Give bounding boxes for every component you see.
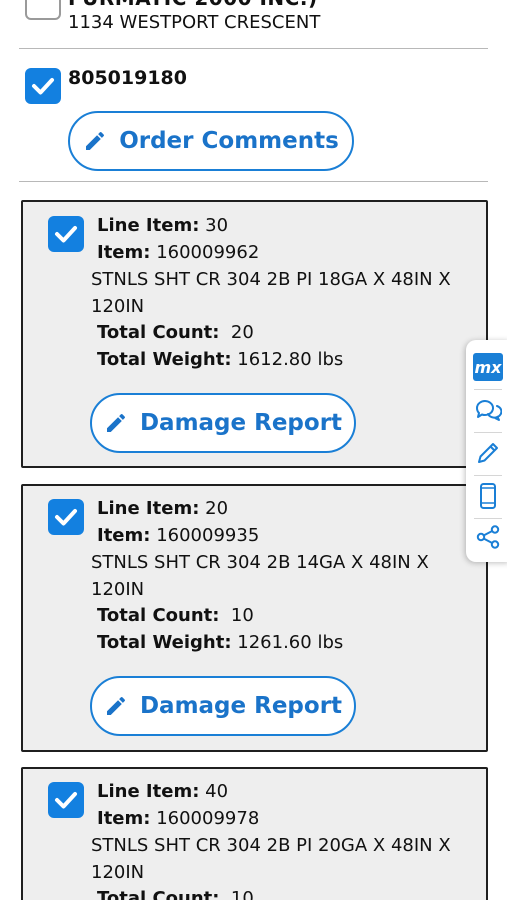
item-description: STNLS SHT CR 304 2B 14GA X 48IN X 120IN	[91, 552, 429, 600]
item-number: Item: 160009935	[97, 525, 260, 546]
damage-report-button[interactable]: Damage Report	[90, 676, 356, 736]
mx-logo-button[interactable]: mx	[466, 346, 507, 388]
item-description: STNLS SHT CR 304 2B PI 20GA X 48IN X 120…	[91, 835, 451, 883]
line-item-checkbox[interactable]	[48, 499, 84, 535]
total-weight: Total Weight: 1612.80 lbs	[97, 349, 344, 370]
line-item-card: Line Item: 20 Item: 160009935 STNLS SHT …	[21, 484, 488, 752]
item-number: Item: 160009978	[97, 808, 260, 829]
item-description: STNLS SHT CR 304 2B PI 18GA X 48IN X 120…	[91, 269, 451, 317]
line-item-card: Line Item: 40 Item: 160009978 STNLS SHT …	[21, 767, 488, 900]
chat-bubbles-icon	[476, 400, 502, 421]
side-toolbar: mx	[466, 340, 507, 562]
line-item-checkbox[interactable]	[48, 216, 84, 252]
checkmark-icon	[32, 78, 54, 95]
device-preview-button[interactable]	[466, 475, 507, 517]
customer-name: FURMATIC 2000 INC.)	[68, 0, 318, 10]
delivery-order-screen: FURMATIC 2000 INC.) 1134 WESTPORT CRESCE…	[0, 0, 507, 900]
pencil-icon	[106, 696, 125, 715]
order-number: 805019180	[68, 67, 187, 89]
line-item-number: Line Item: 40	[97, 781, 229, 802]
damage-report-button[interactable]: Damage Report	[90, 393, 356, 453]
checkmark-icon	[55, 792, 77, 809]
share-button[interactable]	[466, 516, 507, 558]
damage-report-label: Damage Report	[139, 693, 343, 719]
order-checkbox[interactable]	[25, 68, 61, 104]
pencil-icon	[478, 443, 498, 463]
order-comments-button[interactable]: Order Comments	[68, 111, 354, 171]
mobile-device-icon	[480, 483, 496, 509]
line-item-card: Line Item: 30 Item: 160009962 STNLS SHT …	[21, 200, 488, 468]
total-weight: Total Weight: 1261.60 lbs	[97, 632, 344, 653]
line-item-checkbox[interactable]	[48, 782, 84, 818]
share-icon	[476, 525, 500, 549]
customer-address: 1134 WESTPORT CRESCENT	[68, 12, 321, 33]
checkmark-icon	[55, 509, 77, 526]
total-count: Total Count: 20	[97, 322, 254, 343]
pencil-icon	[86, 131, 105, 150]
checkmark-icon	[55, 226, 77, 243]
edit-button[interactable]	[466, 432, 507, 474]
total-count: Total Count: 10	[97, 605, 254, 626]
line-item-number: Line Item: 20	[97, 498, 229, 519]
damage-report-label: Damage Report	[139, 410, 343, 436]
line-item-number: Line Item: 30	[97, 215, 229, 236]
item-number: Item: 160009962	[97, 242, 260, 263]
order-comments-label: Order Comments	[119, 128, 339, 154]
customer-checkbox[interactable]	[25, 0, 61, 20]
divider	[19, 181, 488, 182]
total-count: Total Count: 10	[97, 888, 254, 900]
pencil-icon	[106, 413, 125, 432]
chat-button[interactable]	[466, 389, 507, 431]
divider	[19, 48, 488, 49]
mx-logo-icon: mx	[473, 353, 503, 381]
